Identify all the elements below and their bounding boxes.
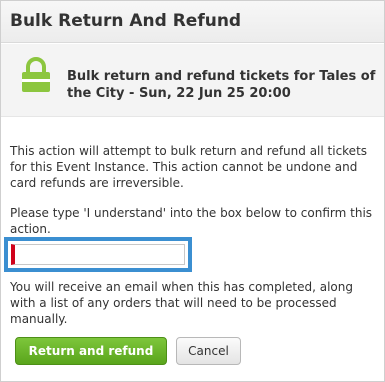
confirm-input-focus-ring xyxy=(4,237,192,272)
dialog-title: Bulk Return And Refund xyxy=(10,11,242,31)
return-and-refund-button[interactable]: Return and refund xyxy=(15,337,167,365)
warning-text: This action will attempt to bulk return … xyxy=(10,144,368,190)
bulk-return-dialog: Bulk Return And Refund Bulk return and r… xyxy=(0,0,385,382)
confirm-input[interactable] xyxy=(11,244,185,265)
event-banner: Bulk return and refund tickets for Tales… xyxy=(1,44,384,117)
lock-icon xyxy=(22,57,50,92)
cancel-button[interactable]: Cancel xyxy=(176,337,241,365)
dialog-titlebar: Bulk Return And Refund xyxy=(1,1,384,43)
info-text: You will receive an email when this has … xyxy=(10,280,353,326)
instruction-text: Please type 'I understand' into the box … xyxy=(10,206,373,236)
event-heading: Bulk return and refund tickets for Tales… xyxy=(67,69,376,101)
